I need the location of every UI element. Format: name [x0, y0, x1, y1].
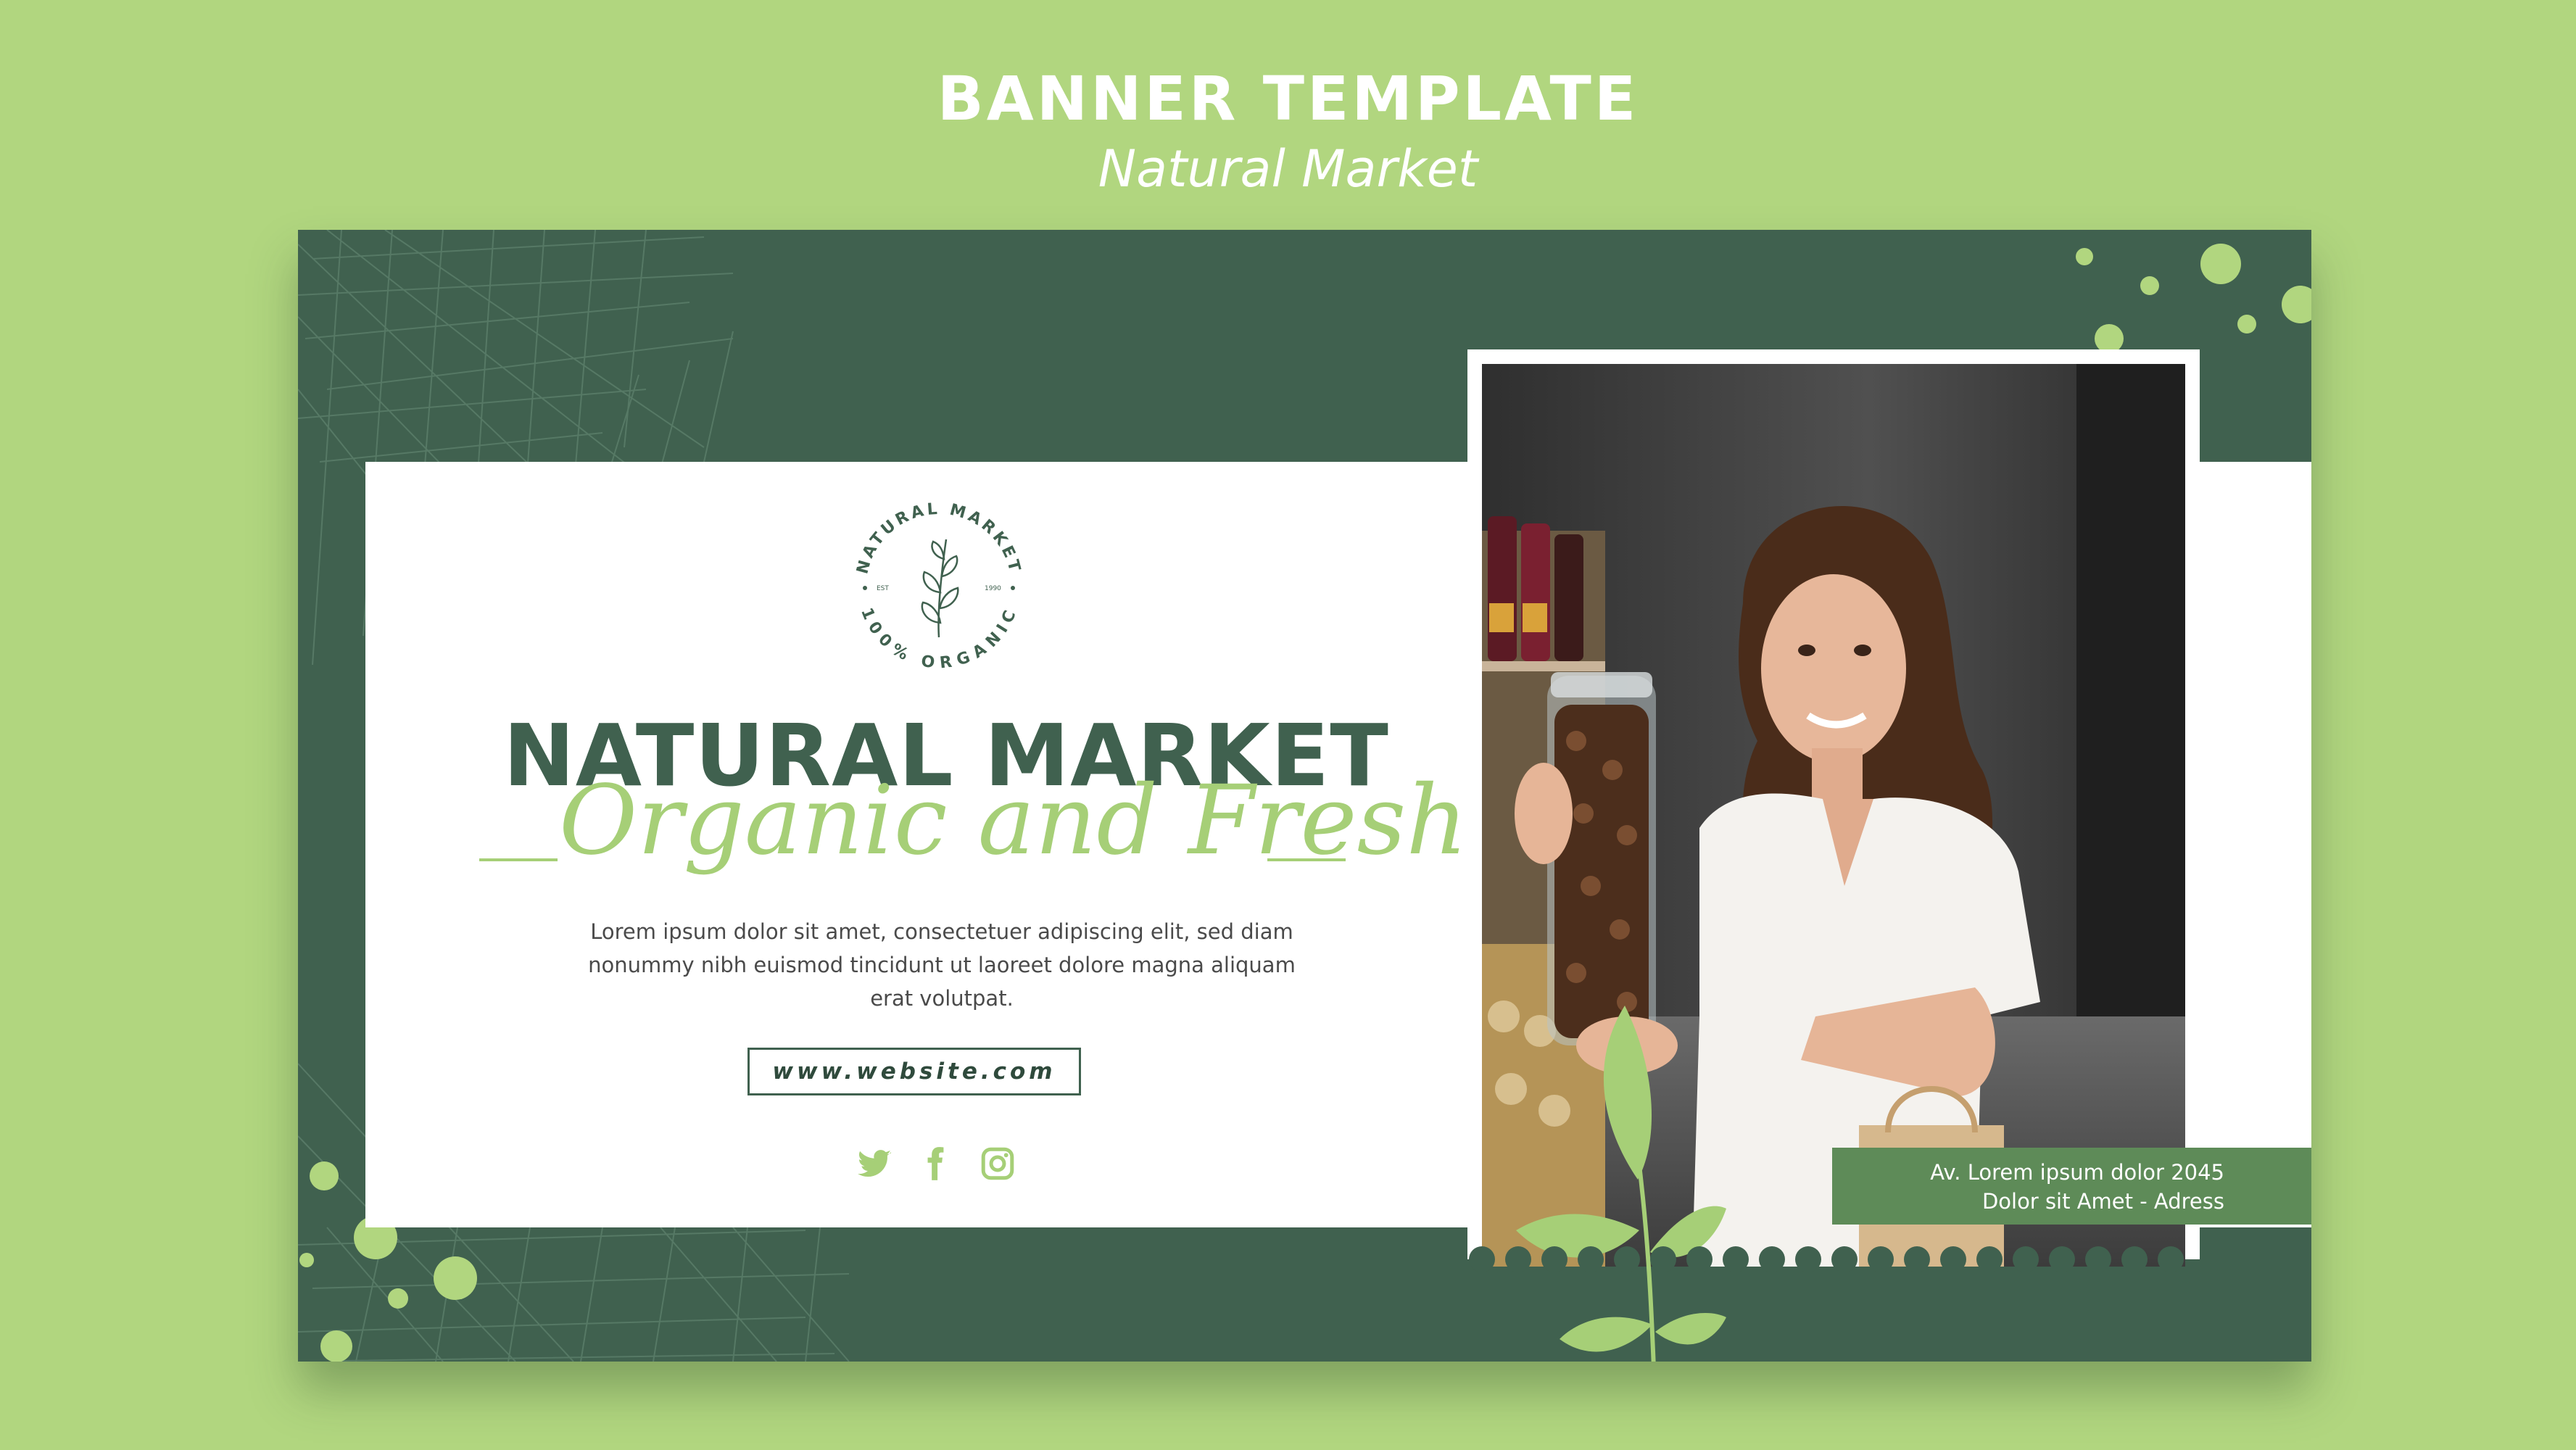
stamp-perforation — [1541, 1246, 1567, 1272]
stamp-perforation — [1831, 1246, 1858, 1272]
stamp-perforation — [1795, 1246, 1821, 1272]
address-bar: Av. Lorem ipsum dolor 2045 Dolor sit Ame… — [1832, 1148, 2311, 1225]
heading-subtitle: Natural Market — [1098, 139, 1478, 199]
address-line-2: Dolor sit Amet - Adress — [1981, 1189, 2224, 1214]
stamp-perforation — [2085, 1246, 2111, 1272]
heading-title: BANNER TEMPLATE — [937, 63, 1639, 134]
stamp-perforation — [1904, 1246, 1930, 1272]
stamp-perforation — [2158, 1246, 2184, 1272]
stamp-perforation — [1686, 1246, 1712, 1272]
page-heading: BANNER TEMPLATE Natural Market — [0, 62, 2576, 202]
stamp-perforation — [2121, 1246, 2148, 1272]
stamp-perforation — [1723, 1246, 1749, 1272]
stamp-perforation — [2013, 1246, 2039, 1272]
address-line-1: Av. Lorem ipsum dolor 2045 — [1930, 1160, 2224, 1185]
stamp-perforation — [1650, 1246, 1676, 1272]
stamp-perforation — [1940, 1246, 1966, 1272]
stamp-perforation — [1578, 1246, 1604, 1272]
stamp-perforation — [1976, 1246, 2003, 1272]
stamp-perforation — [1759, 1246, 1785, 1272]
stamp-perforation — [1469, 1246, 1495, 1272]
banner: NATURAL MARKET 100% ORGANIC EST 1990 NAT… — [298, 230, 2311, 1362]
stamp-perforation — [1614, 1246, 1640, 1272]
stamp-perforation — [1868, 1246, 1894, 1272]
stamp-perforation — [2049, 1246, 2075, 1272]
stamp-perforation — [1505, 1246, 1531, 1272]
